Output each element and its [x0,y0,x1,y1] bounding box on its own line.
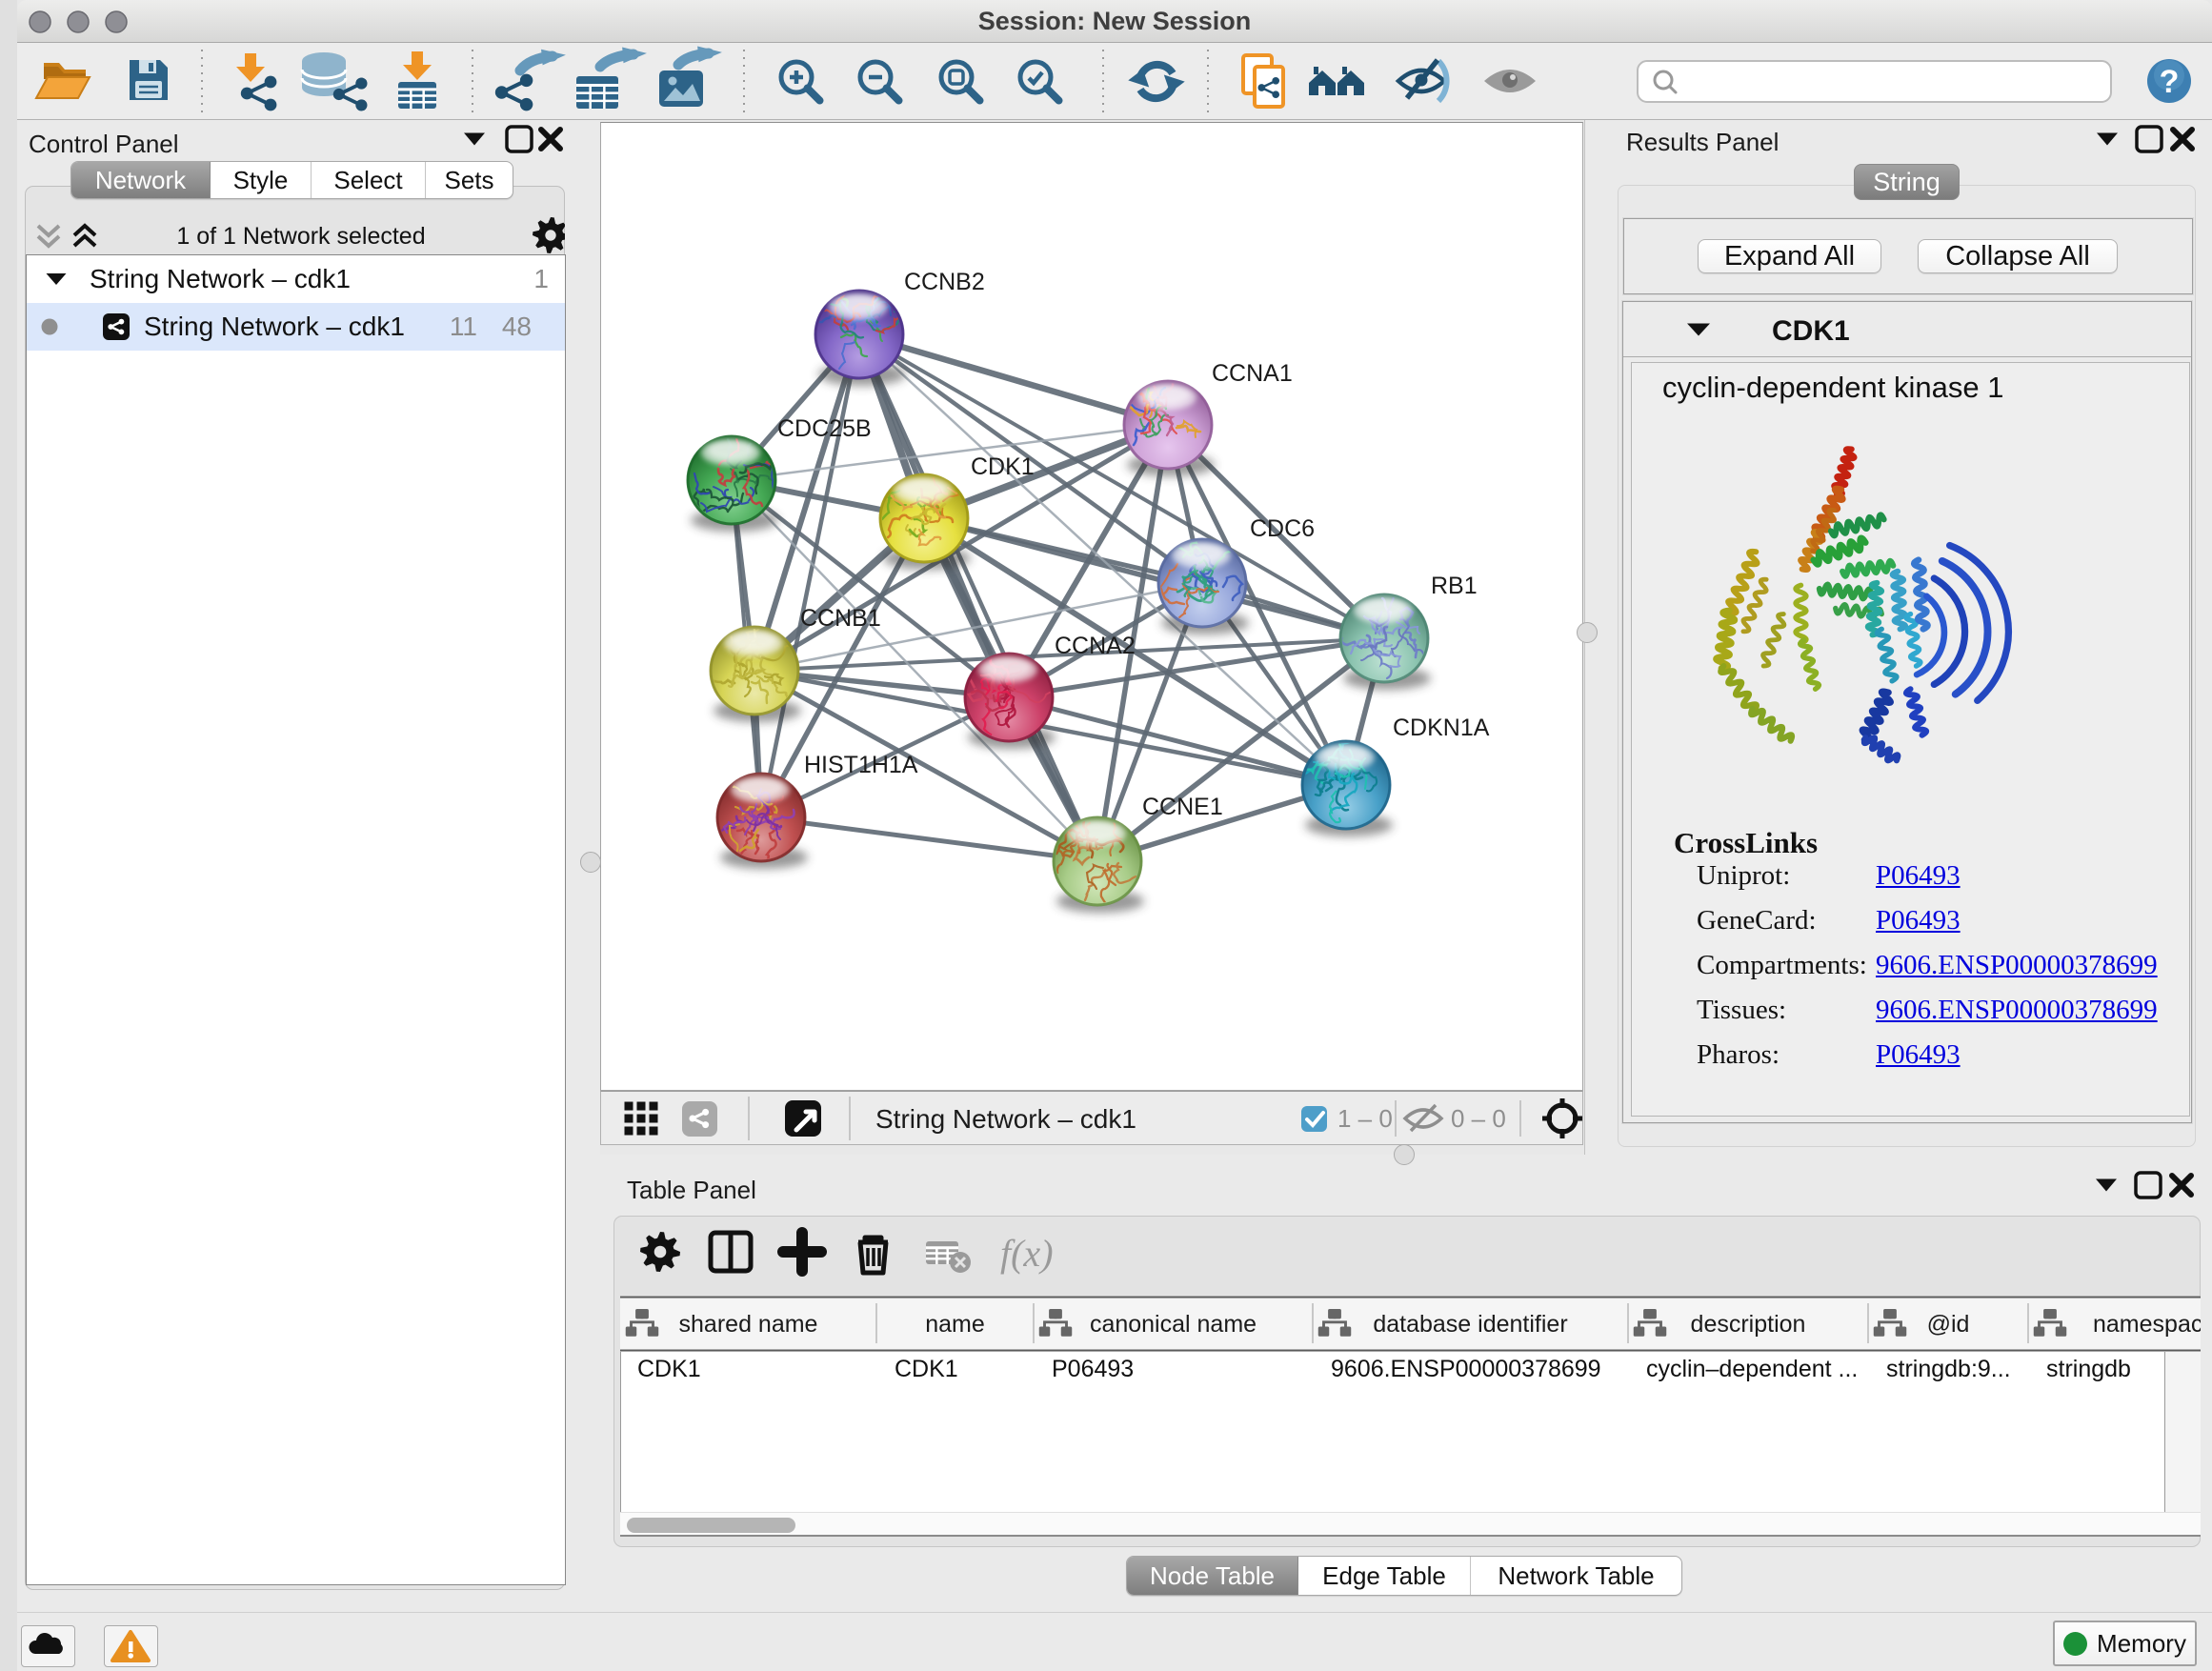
svg-text:HIST1H1A: HIST1H1A [804,752,918,778]
svg-text:1 of 1 Network selected: 1 of 1 Network selected [176,223,425,250]
svg-text:CCNE1: CCNE1 [1142,794,1223,820]
svg-text:shared name: shared name [679,1311,818,1338]
svg-text:namespace: namespace [2093,1311,2201,1338]
svg-text:@id: @id [1927,1311,1970,1338]
svg-text:description: description [1691,1311,1806,1338]
svg-text:database identifier: database identifier [1373,1311,1567,1338]
svg-text:CCNA1: CCNA1 [1212,360,1293,387]
svg-text:String Network – cdk1: String Network – cdk1 [875,1104,1136,1134]
svg-text:CDKN1A: CDKN1A [1393,715,1490,741]
svg-text:CDK1: CDK1 [1772,315,1850,347]
svg-text:?: ? [2160,64,2180,100]
svg-text:1 – 0: 1 – 0 [1337,1104,1393,1133]
svg-text:CCNA2: CCNA2 [1055,633,1136,659]
svg-text:f(x): f(x) [1000,1232,1054,1275]
svg-text:0 – 0: 0 – 0 [1451,1104,1506,1133]
svg-text:CCNB1: CCNB1 [800,605,881,632]
svg-text:canonical name: canonical name [1090,1311,1257,1338]
svg-text:CCNB2: CCNB2 [904,269,985,295]
svg-text:CDK1: CDK1 [971,453,1035,480]
svg-text:RB1: RB1 [1431,573,1478,599]
svg-text:CDC6: CDC6 [1250,515,1315,542]
svg-text:CDC25B: CDC25B [777,415,872,442]
svg-text:name: name [925,1311,985,1338]
